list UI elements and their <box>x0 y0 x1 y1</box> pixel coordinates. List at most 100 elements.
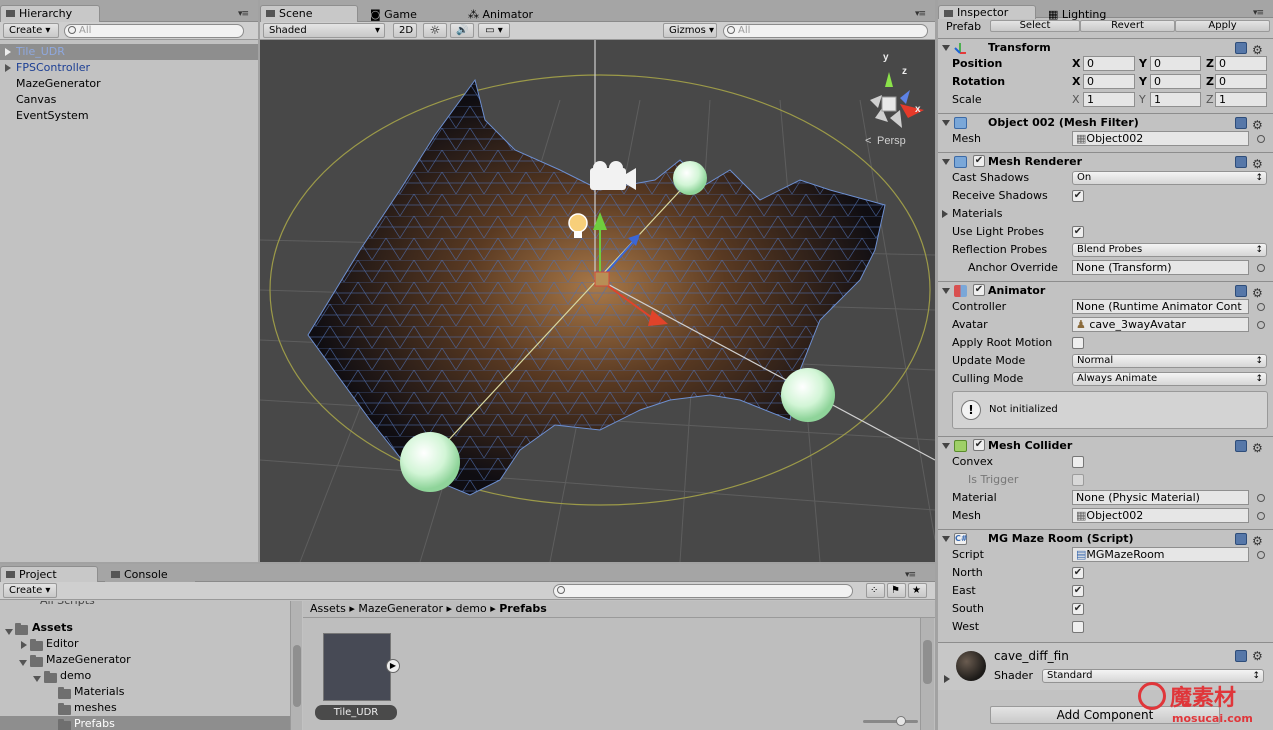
object-picker-icon[interactable] <box>1257 321 1265 329</box>
breadcrumb-prefabs[interactable]: Prefabs <box>499 602 547 615</box>
panel-menu-icon[interactable]: ▾≡ <box>1253 8 1264 18</box>
tree-item-editor[interactable]: Editor <box>46 636 79 652</box>
receive-shadows-checkbox[interactable]: ✔ <box>1072 190 1084 202</box>
help-book-icon[interactable] <box>1235 650 1247 662</box>
prefab-revert-button[interactable]: Revert <box>1080 20 1175 32</box>
breadcrumb-mazegenerator[interactable]: MazeGenerator <box>358 602 443 615</box>
tab-console[interactable]: Console <box>105 566 195 582</box>
hierarchy-item-eventsystem[interactable]: EventSystem <box>16 108 89 124</box>
mesh-field[interactable]: ▦Object002 <box>1072 131 1249 146</box>
asset-label[interactable]: Tile_UDR <box>315 705 397 720</box>
expand-arrow-icon[interactable] <box>5 629 13 635</box>
play-preview-icon[interactable]: ▶ <box>386 659 400 673</box>
rotation-x-field[interactable]: 0 <box>1083 74 1135 89</box>
tree-item-meshes[interactable]: meshes <box>74 700 117 716</box>
expand-arrow-icon[interactable] <box>944 675 950 683</box>
animator-enabled-checkbox[interactable]: ✔ <box>973 284 985 296</box>
create-button[interactable]: Create ▾ <box>3 23 59 38</box>
tree-item-materials[interactable]: Materials <box>74 684 124 700</box>
tree-item-assets[interactable]: Assets <box>32 620 73 636</box>
scale-z-field[interactable]: 1 <box>1215 92 1267 107</box>
transform-header[interactable]: Transform ⚙ <box>938 38 1273 57</box>
north-checkbox[interactable]: ✔ <box>1072 567 1084 579</box>
update-mode-dropdown[interactable]: Normal <box>1072 354 1267 368</box>
tree-item-mazegenerator[interactable]: MazeGenerator <box>46 652 131 668</box>
tab-animator[interactable]: ⁂ Animator <box>468 8 533 21</box>
project-search-input[interactable] <box>553 584 853 598</box>
collapse-arrow-icon[interactable] <box>942 45 950 51</box>
rotation-z-field[interactable]: 0 <box>1215 74 1267 89</box>
content-scroll-thumb[interactable] <box>923 640 932 684</box>
tree-scrollbar[interactable] <box>290 601 302 730</box>
hierarchy-item-fpscontroller[interactable]: FPSController <box>16 60 90 76</box>
scale-x-field[interactable]: 1 <box>1083 92 1135 107</box>
tab-project[interactable]: Project <box>0 566 98 582</box>
culling-mode-dropdown[interactable]: Always Animate <box>1072 372 1267 386</box>
materials-row[interactable]: Materials <box>938 205 1273 223</box>
breadcrumb-assets[interactable]: Assets <box>310 602 346 615</box>
tab-scene[interactable]: Scene <box>260 5 358 22</box>
mesh-collider-header[interactable]: ✔ Mesh Collider ⚙ <box>938 436 1273 455</box>
help-book-icon[interactable] <box>1235 440 1247 452</box>
tab-inspector[interactable]: Inspector <box>938 5 1036 19</box>
collapse-arrow-icon[interactable] <box>942 288 950 294</box>
hierarchy-item-mazegenerator[interactable]: MazeGenerator <box>16 76 101 92</box>
tree-item-prefabs[interactable]: Prefabs <box>74 716 115 730</box>
cast-shadows-dropdown[interactable]: On <box>1072 171 1267 185</box>
maze-room-header[interactable]: C# MG Maze Room (Script) ⚙ <box>938 529 1273 548</box>
expand-arrow-icon[interactable] <box>19 660 27 666</box>
prefab-thumbnail[interactable] <box>323 633 391 701</box>
sphere-gizmo[interactable] <box>400 432 460 492</box>
shading-dropdown[interactable]: Shaded ▾ <box>263 23 385 38</box>
project-item-partial[interactable]: All Scripts <box>40 601 95 609</box>
breadcrumb-demo[interactable]: demo <box>456 602 487 615</box>
mesh-renderer-header[interactable]: ✔ Mesh Renderer ⚙ <box>938 152 1273 171</box>
tab-hierarchy[interactable]: Hierarchy <box>0 5 100 22</box>
rotation-y-field[interactable]: 0 <box>1150 74 1201 89</box>
effects-dropdown-icon[interactable]: ▭ ▾ <box>478 23 510 38</box>
help-book-icon[interactable] <box>1235 117 1247 129</box>
collapse-arrow-icon[interactable] <box>942 443 950 449</box>
content-scrollbar[interactable] <box>920 618 934 730</box>
animator-header[interactable]: ✔ Animator ⚙ <box>938 281 1273 300</box>
zoom-slider-handle[interactable] <box>896 716 906 726</box>
lighting-toggle-icon[interactable]: ☼ <box>423 23 447 38</box>
gizmos-dropdown[interactable]: Gizmos ▾ <box>663 23 717 38</box>
help-book-icon[interactable] <box>1235 533 1247 545</box>
collapse-arrow-icon[interactable] <box>942 120 950 126</box>
expand-arrow-icon[interactable] <box>942 210 948 218</box>
hierarchy-search-input[interactable]: All <box>64 24 244 38</box>
help-book-icon[interactable] <box>1235 285 1247 297</box>
gear-icon[interactable]: ⚙ <box>1252 649 1263 663</box>
east-checkbox[interactable]: ✔ <box>1072 585 1084 597</box>
scene-search-input[interactable]: All <box>723 24 928 38</box>
collider-material-field[interactable]: None (Physic Material) <box>1072 490 1249 505</box>
help-book-icon[interactable] <box>1235 42 1247 54</box>
convex-checkbox[interactable] <box>1072 456 1084 468</box>
filter-label-icon[interactable]: ⚑ <box>887 583 906 598</box>
hierarchy-item-canvas[interactable]: Canvas <box>16 92 56 108</box>
2d-toggle-button[interactable]: 2D <box>393 23 417 38</box>
apply-root-motion-checkbox[interactable] <box>1072 337 1084 349</box>
audio-toggle-icon[interactable]: 🔊 <box>450 23 474 38</box>
help-book-icon[interactable] <box>1235 156 1247 168</box>
create-button[interactable]: Create ▾ <box>3 583 57 598</box>
tab-game[interactable]: ◙ Game <box>370 8 417 21</box>
object-picker-icon[interactable] <box>1257 494 1265 502</box>
west-checkbox[interactable] <box>1072 621 1084 633</box>
use-light-probes-checkbox[interactable]: ✔ <box>1072 226 1084 238</box>
prefab-select-button[interactable]: Select <box>990 20 1080 32</box>
sphere-gizmo[interactable] <box>673 161 707 195</box>
south-checkbox[interactable]: ✔ <box>1072 603 1084 615</box>
object-picker-icon[interactable] <box>1257 551 1265 559</box>
expand-arrow-icon[interactable] <box>5 64 11 72</box>
collapse-arrow-icon[interactable] <box>942 536 950 542</box>
zoom-slider[interactable] <box>863 716 918 726</box>
filter-type-icon[interactable]: ⁘ <box>866 583 885 598</box>
reflection-probes-dropdown[interactable]: Blend Probes <box>1072 243 1267 257</box>
panel-menu-icon[interactable]: ▾≡ <box>905 570 916 580</box>
prefab-apply-button[interactable]: Apply <box>1175 20 1270 32</box>
tree-item-demo[interactable]: demo <box>60 668 91 684</box>
object-picker-icon[interactable] <box>1257 135 1265 143</box>
controller-field[interactable]: None (Runtime Animator Cont <box>1072 299 1249 314</box>
